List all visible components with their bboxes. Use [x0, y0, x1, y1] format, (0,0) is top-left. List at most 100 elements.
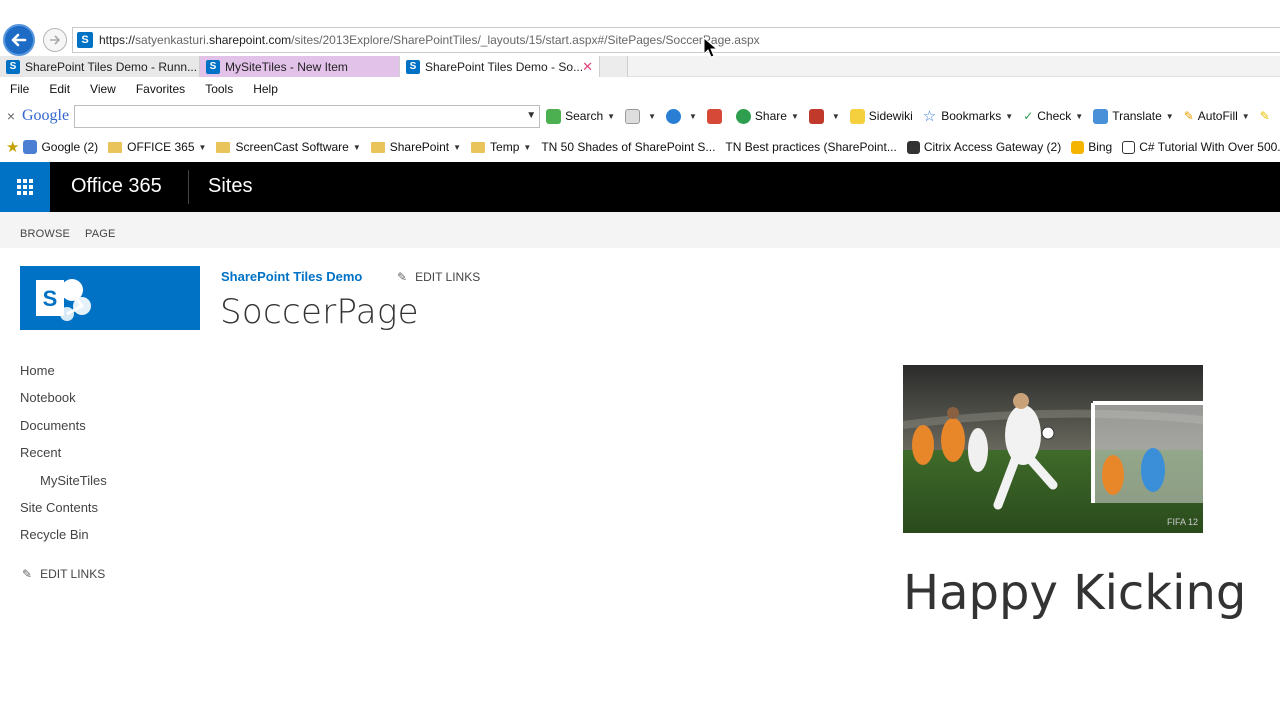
popup-blocker-button[interactable]: ▼ [808, 108, 840, 124]
spellcheck-button[interactable]: ✓ Check ▼ [1023, 109, 1083, 123]
translate-button[interactable]: Translate ▼ [1093, 108, 1174, 124]
bookmarks-label: Bookmarks [941, 109, 1002, 123]
favorite-label: Google (2) [41, 140, 99, 154]
favorite-screencast-folder[interactable]: ScreenCast Software ▼ [216, 140, 361, 154]
close-tab-icon[interactable]: ✕ [582, 59, 593, 75]
highlight-button[interactable]: ✎ [1260, 109, 1270, 123]
sites-link[interactable]: Sites [208, 175, 252, 198]
google-plus-icon [706, 108, 722, 124]
google-plus-button[interactable] [706, 108, 726, 124]
spellcheck-icon: ✓ [1023, 109, 1034, 123]
chevron-down-icon[interactable]: ▼ [526, 110, 536, 121]
office365-brand[interactable]: Office 365 [71, 175, 162, 198]
plus-button[interactable]: ▼ [665, 108, 697, 124]
translate-icon [1093, 108, 1109, 124]
caret-icon: ▼ [352, 142, 361, 152]
edit-links-label: EDIT LINKS [415, 270, 481, 284]
autofill-button[interactable]: ✎ AutoFill ▼ [1184, 109, 1250, 123]
caret-icon: ▼ [648, 111, 656, 121]
favorite-label: Temp [490, 140, 520, 154]
browser-tab-2[interactable]: S MySiteTiles - New Item [200, 56, 400, 77]
app-launcher-waffle-icon[interactable] [0, 162, 50, 212]
page-title: SoccerPage [220, 292, 419, 332]
back-button[interactable] [3, 24, 35, 56]
google-logo-text: Google [22, 107, 70, 124]
close-toolbar-icon[interactable]: × [0, 108, 22, 124]
favorite-tn-50-shades[interactable]: TN 50 Shades of SharePoint S... [541, 140, 715, 154]
favorite-csharp-tutorial[interactable]: C# Tutorial With Over 500... [1122, 140, 1280, 154]
tab-browse[interactable]: BROWSE [20, 228, 70, 240]
tab-label: SharePoint Tiles Demo - Runn... [25, 59, 198, 74]
forward-button[interactable] [43, 28, 67, 52]
edit-links-top-button[interactable]: ✎ EDIT LINKS [397, 270, 480, 284]
autofill-pencil-icon: ✎ [1183, 109, 1194, 123]
share-button[interactable]: Share ▼ [735, 108, 799, 124]
tab-label: SharePoint Tiles Demo - So... [425, 59, 584, 74]
menu-favorites[interactable]: Favorites [126, 82, 195, 96]
favorite-tn-best-practices[interactable]: TN Best practices (SharePoint... [725, 140, 896, 154]
mouse-cursor-icon [703, 37, 719, 58]
favorite-sharepoint-folder[interactable]: SharePoint ▼ [370, 140, 461, 154]
edit-links-nav-button[interactable]: ✎ EDIT LINKS [22, 567, 105, 581]
favorite-label: Bing [1088, 140, 1113, 154]
browser-chrome: S https://satyenkasturi.sharepoint.com/s… [0, 0, 1280, 162]
favorite-bing[interactable]: Bing [1071, 140, 1112, 154]
autofill-label: AutoFill [1197, 109, 1238, 123]
address-row: S https://satyenkasturi.sharepoint.com/s… [0, 20, 1280, 58]
url-path: /sites/2013Explore/SharePointTiles/_layo… [291, 33, 760, 47]
sidewiki-label: Sidewiki [868, 109, 913, 123]
popup-blocker-icon [808, 108, 824, 124]
menu-help[interactable]: Help [243, 82, 288, 96]
caret-icon: ▼ [831, 111, 840, 121]
url-subdomain: satyenkasturi. [135, 33, 210, 47]
sharepoint-favicon-icon: S [206, 59, 220, 74]
bing-icon [1071, 140, 1085, 154]
site-title-link[interactable]: SharePoint Tiles Demo [221, 269, 362, 284]
nav-site-contents[interactable]: Site Contents [20, 499, 200, 526]
tab-label: MySiteTiles - New Item [225, 59, 348, 74]
google-toolbar: × Google ▼ Search ▼ ▼ ▼ Share ▼ ▼ Sidewiki… [0, 101, 1280, 131]
menu-edit[interactable]: Edit [39, 82, 80, 96]
tab-page[interactable]: PAGE [85, 228, 116, 240]
share-label: Share [754, 109, 787, 123]
favorite-label: TN Best practices (SharePoint... [725, 140, 897, 154]
nav-documents[interactable]: Documents [20, 417, 200, 444]
soccer-scene-illustration: FIFA 12 [903, 365, 1203, 533]
pencil-icon: ✎ [22, 567, 33, 581]
google-search-input[interactable]: ▼ [74, 104, 541, 128]
share-icon [735, 108, 751, 124]
favorite-label: OFFICE 365 [127, 140, 195, 154]
caret-icon: ▼ [1165, 111, 1174, 121]
pagerank-button[interactable]: ▼ [625, 108, 656, 124]
sidewiki-button[interactable]: Sidewiki [849, 108, 913, 124]
nav-recycle-bin[interactable]: Recycle Bin [20, 526, 200, 553]
menu-view[interactable]: View [80, 82, 126, 96]
address-bar[interactable]: S https://satyenkasturi.sharepoint.com/s… [72, 27, 1280, 53]
favorite-label: C# Tutorial With Over 500... [1139, 140, 1280, 154]
favorite-office365-folder[interactable]: OFFICE 365 ▼ [108, 140, 206, 154]
new-tab-button[interactable] [600, 56, 628, 77]
caret-icon: ▼ [198, 142, 207, 152]
tab-strip: S SharePoint Tiles Demo - Runn... S MySi… [0, 56, 1280, 77]
nav-recent[interactable]: Recent [20, 444, 200, 471]
nav-notebook[interactable]: Notebook [20, 389, 200, 416]
favorite-temp-folder[interactable]: Temp ▼ [471, 140, 531, 154]
favorite-google[interactable]: Google (2) [23, 140, 98, 154]
menu-tools[interactable]: Tools [195, 82, 243, 96]
browser-tab-1[interactable]: S SharePoint Tiles Demo - Runn... [0, 56, 200, 77]
google-search-button[interactable]: Search ▼ [546, 108, 615, 124]
back-arrow-icon [11, 33, 27, 47]
nav-mysitetiles[interactable]: MySiteTiles [20, 472, 200, 499]
sharepoint-favicon-icon: S [77, 32, 93, 48]
url-domain: sharepoint.com [209, 33, 292, 47]
bookmarks-button[interactable]: ☆ Bookmarks ▼ [923, 107, 1013, 125]
google-logo: Google [22, 107, 69, 125]
browser-tab-3-active[interactable]: S SharePoint Tiles Demo - So... ✕ [400, 56, 600, 77]
menu-file[interactable]: File [0, 82, 39, 96]
favorite-citrix[interactable]: Citrix Access Gateway (2) [906, 140, 1061, 154]
add-favorite-star-icon[interactable]: ★ [6, 138, 19, 156]
sharepoint-favicon-icon: S [6, 59, 20, 74]
nav-home[interactable]: Home [20, 362, 200, 389]
favorite-label: ScreenCast Software [235, 140, 349, 154]
site-logo[interactable]: S [20, 266, 200, 330]
